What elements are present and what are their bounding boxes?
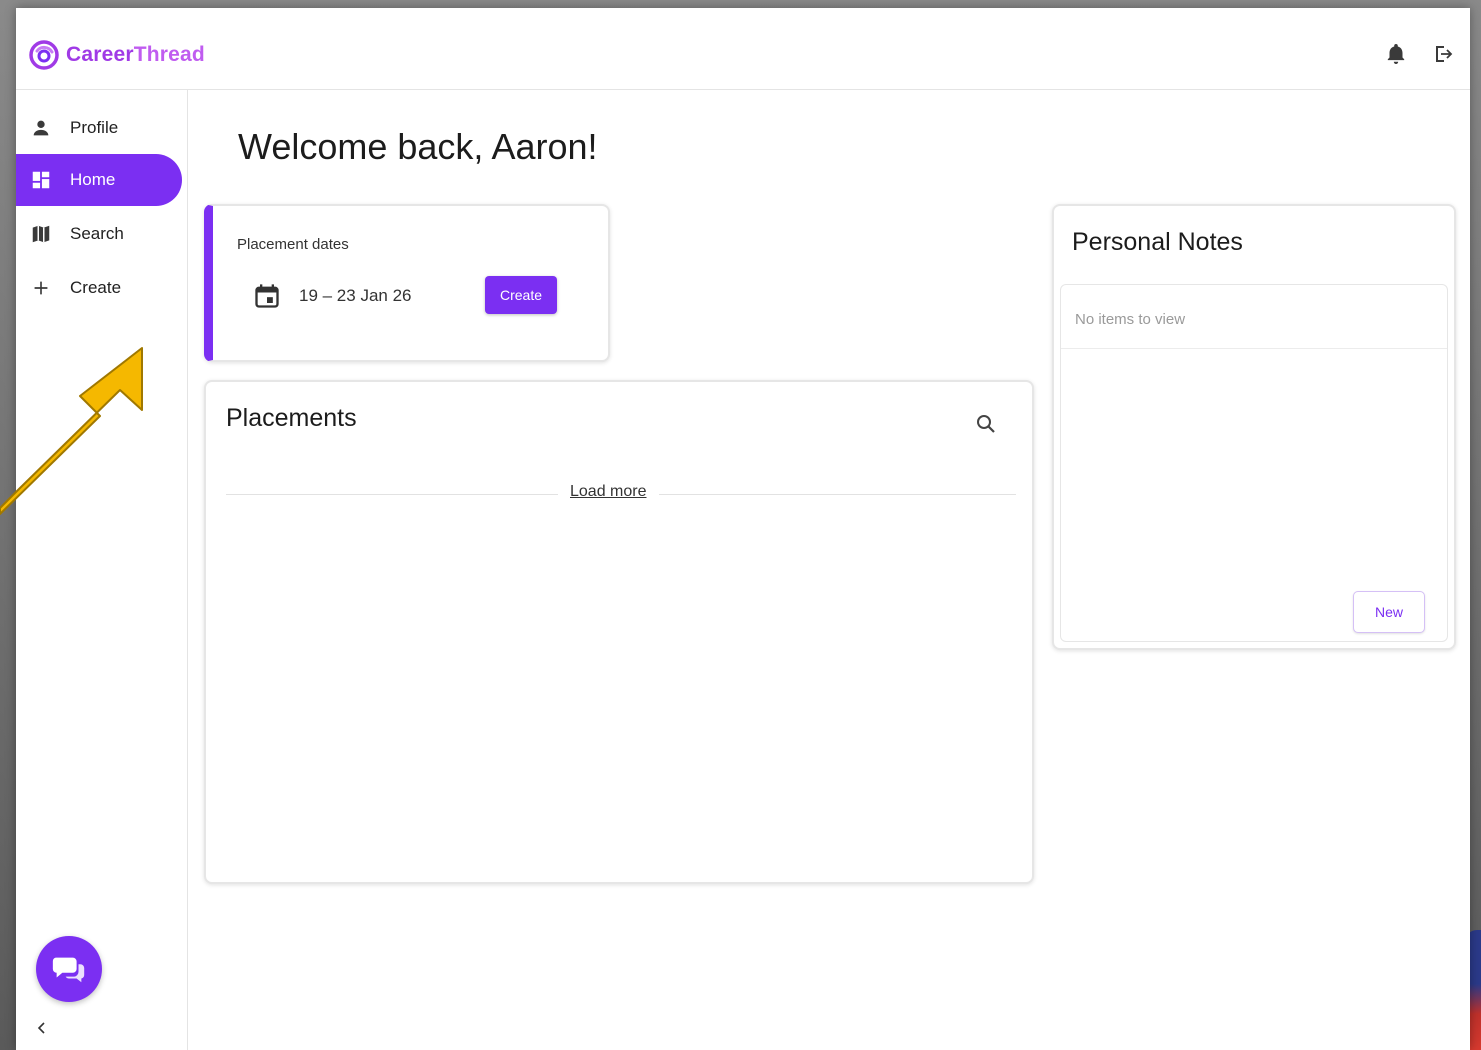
person-icon xyxy=(33,120,49,136)
chat-button[interactable] xyxy=(36,936,102,1002)
new-note-button[interactable]: New xyxy=(1353,591,1425,633)
top-actions xyxy=(1384,42,1456,66)
sidebar-item-profile[interactable]: Profile xyxy=(16,102,182,154)
chat-icon xyxy=(52,957,85,983)
placement-date-range: 19 – 23 Jan 26 xyxy=(299,286,412,305)
sidebar-item-search[interactable]: Search xyxy=(16,208,182,260)
map-icon xyxy=(32,225,50,243)
placement-dates-label: Placement dates xyxy=(237,236,349,253)
create-button[interactable]: Create xyxy=(485,276,557,314)
calendar-icon xyxy=(255,284,279,308)
dashboard-icon xyxy=(32,171,50,189)
sidebar-item-label: Create xyxy=(70,278,122,297)
load-more-link[interactable]: Load more xyxy=(558,483,659,501)
logout-icon[interactable] xyxy=(1432,42,1456,66)
search-icon[interactable] xyxy=(974,412,998,436)
sidebar-item-label: Profile xyxy=(70,118,119,137)
placement-dates-card: Placement dates 19 – 23 Jan 26 Create xyxy=(204,204,610,362)
annotation-arrow-icon xyxy=(0,347,143,515)
brand[interactable]: CareerThread xyxy=(28,40,205,70)
sidebar-item-label: Home xyxy=(70,170,116,189)
brand-name-part1: Career xyxy=(66,43,134,66)
brand-name: CareerThread xyxy=(66,43,205,67)
app-window: CareerThread Profile Home Search Create … xyxy=(16,8,1470,1050)
sidebar: Profile Home Search Create xyxy=(16,90,188,1050)
empty-state-text: No items to view xyxy=(1061,285,1447,349)
placements-card: Placements Load more xyxy=(204,380,1034,884)
chevron-left-icon xyxy=(37,1022,45,1034)
notes-list: No items to view New xyxy=(1060,284,1448,642)
sidebar-item-home[interactable]: Home xyxy=(16,154,182,206)
plus-icon xyxy=(34,281,48,295)
collapse-sidebar-button[interactable] xyxy=(32,1018,52,1038)
sidebar-item-label: Search xyxy=(70,224,124,243)
page-title: Welcome back, Aaron! xyxy=(238,126,598,167)
personal-notes-title: Personal Notes xyxy=(1072,228,1243,256)
personal-notes-card: Personal Notes No items to view New xyxy=(1052,204,1456,650)
bell-icon[interactable] xyxy=(1384,42,1408,66)
top-bar: CareerThread xyxy=(16,8,1470,90)
sidebar-item-create[interactable]: Create xyxy=(16,262,182,314)
brand-name-part2: Thread xyxy=(133,43,205,66)
placements-title: Placements xyxy=(226,404,357,432)
brand-logo-icon xyxy=(29,40,59,70)
